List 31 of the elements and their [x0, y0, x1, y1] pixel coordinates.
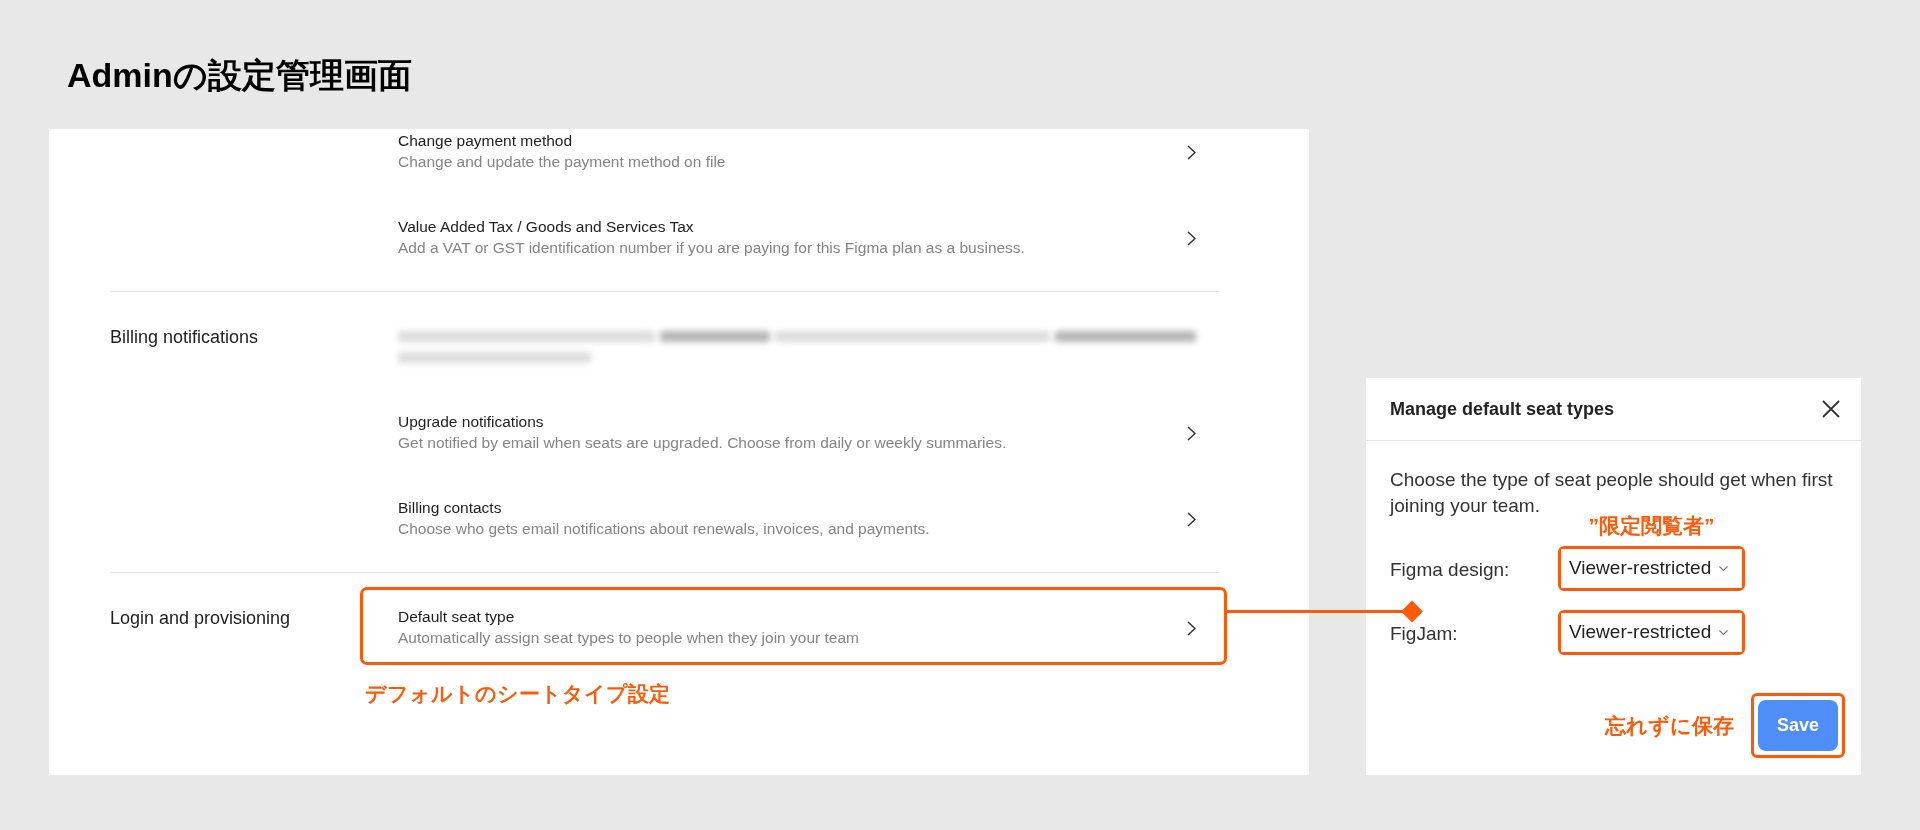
- close-icon: [1822, 400, 1840, 418]
- page-title: Adminの設定管理画面: [67, 55, 412, 95]
- row-description: Automatically assign seat types to people when they join your team: [398, 628, 859, 648]
- row-title: Upgrade notifications: [398, 412, 544, 432]
- chevron-down-icon: [1719, 566, 1729, 571]
- annotation-label: ”限定閲覧者”: [1588, 514, 1715, 538]
- field-label: FigJam:: [1390, 622, 1458, 645]
- row-description: Get notified by email when seats are upgraded. Choose from daily or weekly summaries.: [398, 433, 1007, 453]
- field-label: Figma design:: [1390, 558, 1510, 581]
- chevron-right-icon[interactable]: [1187, 620, 1196, 636]
- row-title: Value Added Tax / Goods and Services Tax: [398, 217, 694, 237]
- annotation-label: デフォルトのシートタイプ設定: [365, 681, 670, 707]
- section-label: Login and provisioning: [110, 608, 291, 628]
- annotation-label: 忘れずに保存: [1605, 712, 1734, 740]
- dialog-title: Manage default seat types: [1390, 397, 1615, 421]
- chevron-right-icon[interactable]: [1187, 230, 1196, 246]
- close-button[interactable]: [1822, 400, 1840, 418]
- row-title: Default seat type: [398, 607, 515, 627]
- row-description: Add a VAT or GST identification number if you are paying for this Figma plan as a business.: [398, 238, 1025, 258]
- row-title: Change payment method: [398, 131, 573, 151]
- row-description: Choose who gets email notifications about renewals, invoices, and payments.: [398, 519, 930, 539]
- seat-type-dropdown[interactable]: Viewer-restricted: [1561, 613, 1742, 652]
- seat-type-dropdown[interactable]: Viewer-restricted: [1561, 549, 1742, 588]
- chevron-right-icon[interactable]: [1187, 144, 1196, 160]
- chevron-down-icon: [1719, 630, 1729, 635]
- chevron-right-icon[interactable]: [1187, 511, 1196, 527]
- section-label: Billing notifications: [110, 327, 259, 347]
- row-title: Billing contacts: [398, 498, 502, 518]
- row-description: Change and update the payment method on file: [398, 152, 726, 172]
- dialog-description: Choose the type of seat people should get when first joining your team.: [1390, 468, 1834, 516]
- chevron-right-icon[interactable]: [1187, 425, 1196, 441]
